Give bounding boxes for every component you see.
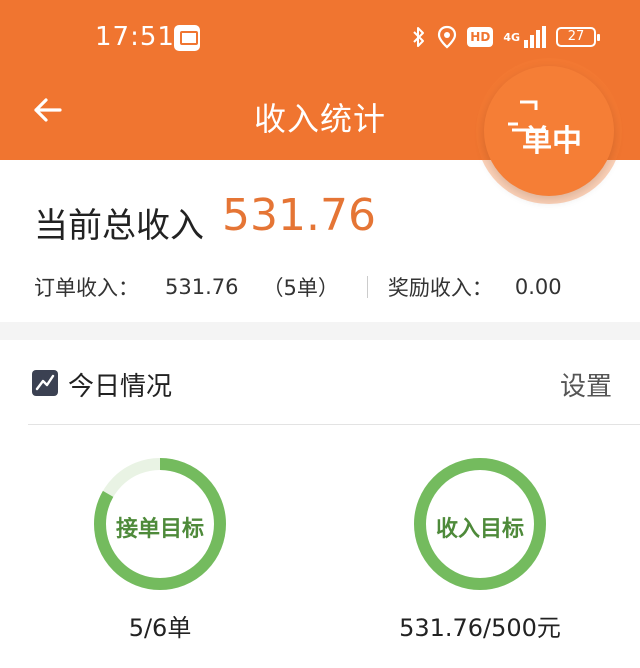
section-gap: [0, 322, 640, 340]
order-goal-value: 5/6单: [128, 614, 192, 642]
bluetooth-icon: [413, 27, 425, 47]
network-label: 4G: [503, 30, 520, 44]
signal-icon: [524, 26, 546, 48]
status-icons: HD 4G 27: [411, 25, 600, 49]
hd-icon: HD: [467, 27, 494, 47]
income-goal-label: 收入目标: [435, 517, 524, 542]
order-income-label: 订单收入：: [34, 276, 139, 300]
total-income-label: 当前总收入: [34, 206, 204, 246]
income-breakdown: 订单收入： 531.76 （5单） 奖励收入： 0.00: [34, 272, 562, 302]
order-status-badge[interactable]: 单中: [484, 66, 614, 196]
app-notification-icon: [174, 25, 200, 51]
today-title: 今日情况: [68, 372, 173, 402]
reward-income-label: 奖励收入：: [387, 276, 493, 300]
divider: [366, 276, 368, 298]
order-income-value: 531.76: [165, 275, 239, 299]
section-divider: [28, 424, 640, 425]
battery-icon: 27: [556, 27, 600, 47]
order-goal-label: 接单目标: [115, 517, 204, 542]
total-income-value: 531.76: [222, 190, 376, 241]
order-status-text: 单中: [522, 124, 582, 159]
order-count: （5单）: [262, 276, 339, 300]
settings-link[interactable]: 设置: [560, 366, 612, 403]
reward-income-value: 0.00: [514, 275, 562, 299]
status-time: 17:51: [95, 22, 175, 52]
trend-chart-icon: [32, 370, 58, 396]
income-goal-value: 531.76/500元: [399, 614, 561, 642]
location-icon: [438, 25, 457, 49]
